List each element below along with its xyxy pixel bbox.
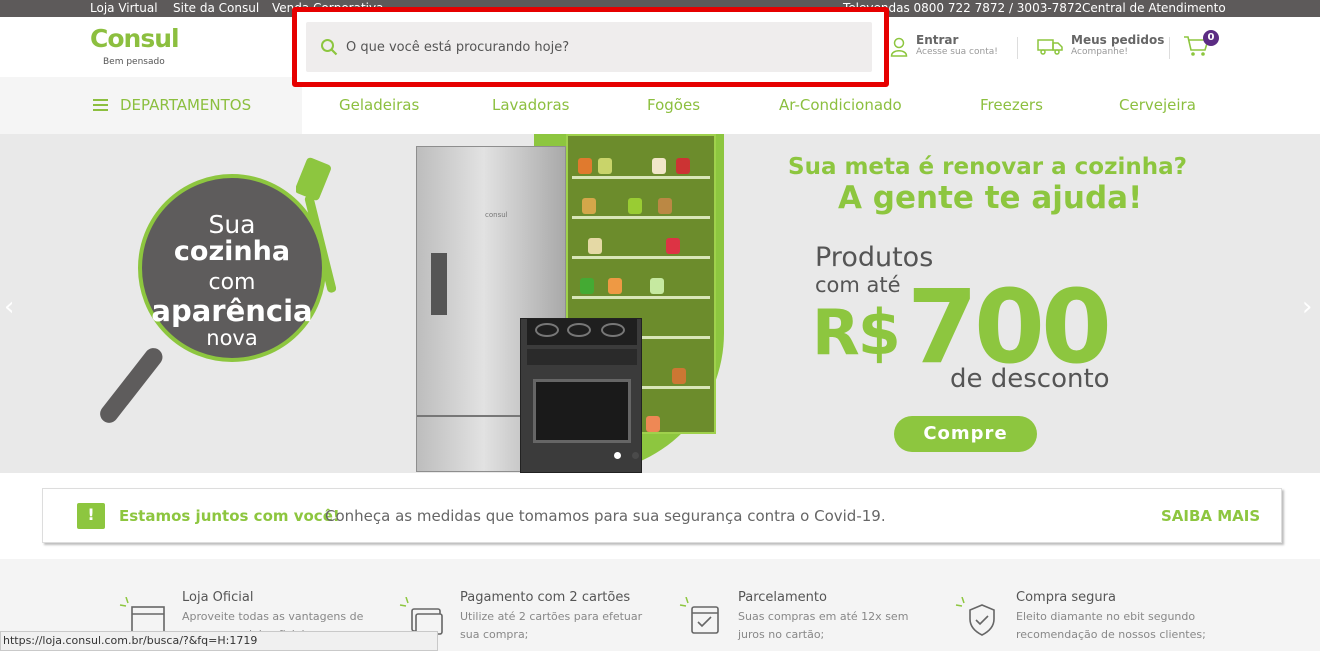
orders-link[interactable]: Meus pedidos Acompanhe!: [1071, 33, 1164, 57]
pan-text-1: Sua: [208, 210, 256, 239]
orders-title: Meus pedidos: [1071, 33, 1165, 47]
feature-desc-pagamento-1: Utilize até 2 cartões para efetuar: [460, 610, 643, 623]
carousel-next-icon[interactable]: ›: [1302, 292, 1312, 322]
logo-text: Consul: [90, 24, 180, 53]
logo[interactable]: Consul Bem pensado: [90, 24, 180, 68]
stove-illustration: [520, 318, 642, 473]
alert-icon: !: [77, 503, 105, 529]
truck-icon[interactable]: [1037, 39, 1063, 55]
pan-text-2: cozinha: [173, 236, 291, 267]
nav-link-freezers[interactable]: Freezers: [980, 96, 1043, 114]
nav-link-fogoes[interactable]: Fogões: [647, 96, 700, 114]
feature-title-pagamento: Pagamento com 2 cartões: [460, 590, 631, 605]
topbar-link-support[interactable]: Central de Atendimento: [1082, 0, 1226, 16]
promo-headline-2: A gente te ajuda!: [838, 180, 1143, 216]
pan-handle: [96, 344, 167, 427]
login-link[interactable]: Entrar Acesse sua conta!: [916, 33, 998, 57]
login-title: Entrar: [916, 33, 959, 47]
feature-desc-pagamento-2: sua compra;: [460, 628, 529, 641]
header-divider: [1169, 37, 1170, 59]
orders-subtitle: Acompanhe!: [1071, 47, 1129, 57]
login-subtitle: Acesse sua conta!: [916, 47, 998, 57]
departments-menu[interactable]: DEPARTAMENTOS: [0, 77, 302, 134]
feature-desc-compra-segura-1: Eleito diamante no ebit segundo: [1016, 610, 1196, 623]
notice-text: Conheça as medidas que tomamos para sua …: [325, 507, 886, 525]
calendar-icon: [679, 597, 719, 634]
hamburger-icon: [93, 99, 108, 111]
search-highlight-frame: [292, 7, 889, 87]
nav-link-geladeiras[interactable]: Geladeiras: [339, 96, 419, 114]
search-box[interactable]: [306, 22, 872, 72]
search-icon[interactable]: [320, 38, 338, 56]
compre-button[interactable]: Compre: [894, 416, 1037, 452]
logo-tagline: Bem pensado: [103, 57, 165, 67]
shield-icon: [955, 597, 995, 636]
carousel-dot-1[interactable]: [614, 452, 621, 459]
departments-label: DEPARTAMENTOS: [120, 96, 252, 114]
hero-banner[interactable]: Sua cozinha com aparência nova consul Su…: [0, 134, 1320, 473]
notice-bold-text: Estamos juntos com você!: [119, 507, 340, 525]
feature-desc-compra-segura-2: recomendação de nossos clientes;: [1016, 628, 1206, 641]
feature-title-parcelamento: Parcelamento: [738, 590, 827, 605]
feature-desc-parcelamento-2: juros no cartão;: [738, 628, 825, 641]
promo-desconto: de desconto: [950, 364, 1110, 394]
promo-com-ate: com até: [815, 273, 901, 297]
search-input[interactable]: [346, 22, 856, 72]
fridge-brand-label: consul: [485, 211, 508, 219]
promo-headline-1: Sua meta é renovar a cozinha?: [788, 154, 1187, 180]
nav-link-cervejeira[interactable]: Cervejeira: [1119, 96, 1196, 114]
user-icon[interactable]: [890, 37, 908, 57]
nav-link-lavadoras[interactable]: Lavadoras: [492, 96, 570, 114]
promo-currency: R$: [812, 296, 901, 369]
header-divider: [1017, 37, 1018, 59]
nav-link-ar-condicionado[interactable]: Ar-Condicionado: [779, 96, 902, 114]
cart-count-badge: 0: [1203, 30, 1219, 46]
feature-title-compra-segura: Compra segura: [1016, 590, 1116, 605]
carousel-prev-icon[interactable]: ‹: [4, 292, 14, 322]
feature-desc-parcelamento-1: Suas compras em até 12x sem: [738, 610, 909, 623]
saiba-mais-link[interactable]: SAIBA MAIS: [1161, 507, 1260, 525]
topbar-link-site-consul[interactable]: Site da Consul: [173, 0, 259, 16]
feature-title-loja-oficial: Loja Oficial: [182, 590, 254, 605]
pan-text-5: nova: [206, 326, 258, 350]
carousel-dot-2[interactable]: [632, 452, 639, 459]
covid-notice: ! Estamos juntos com você! Conheça as me…: [42, 488, 1282, 543]
topbar-link-loja-virtual[interactable]: Loja Virtual: [90, 0, 158, 16]
browser-status-url: https://loja.consul.com.br/busca/?&fq=H:…: [0, 631, 438, 651]
pan-text-4: aparência: [151, 294, 313, 328]
pan-text-3: com: [208, 270, 256, 295]
feature-desc-loja-oficial-1: Aproveite todas as vantagens de: [182, 610, 364, 623]
